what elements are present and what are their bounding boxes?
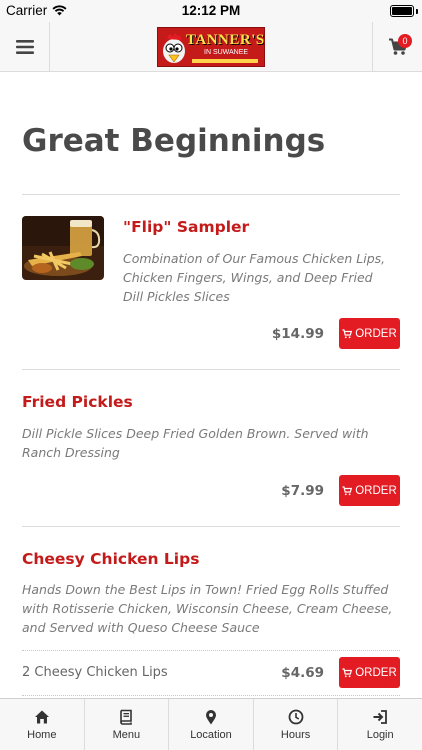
order-button-label: ORDER xyxy=(355,666,397,679)
item-description: Dill Pickle Slices Deep Fried Golden Bro… xyxy=(22,426,369,460)
nav-location[interactable]: Location xyxy=(169,699,254,750)
page-title: Great Beginnings xyxy=(22,123,326,159)
nav-label: Login xyxy=(366,728,394,741)
cart-button[interactable]: 0 xyxy=(372,22,422,72)
rooster-logo-icon xyxy=(163,33,185,63)
battery-cap xyxy=(416,9,418,14)
logo-subtitle: IN SUWANEE xyxy=(204,49,249,56)
divider xyxy=(22,526,400,527)
status-time: 12:12 PM xyxy=(181,3,241,18)
item-price: $14.99 xyxy=(271,326,324,342)
item-name[interactable]: Cheesy Chicken Lips xyxy=(22,550,199,568)
variant-divider xyxy=(22,650,400,651)
restaurant-logo[interactable]: TANNER'S IN SUWANEE xyxy=(157,27,265,67)
battery-icon xyxy=(390,5,414,17)
item-description: Combination of Our Famous Chicken Lips, … xyxy=(123,251,386,304)
hamburger-menu-button[interactable] xyxy=(0,22,50,72)
menu-content[interactable]: Great Beginnings "Flip" Sampler Combinat… xyxy=(0,73,422,698)
order-button[interactable]: ORDER xyxy=(339,318,400,349)
order-button[interactable]: ORDER xyxy=(339,657,400,688)
logo-wordmark: TANNER'S xyxy=(186,32,265,48)
cart-count-badge: 0 xyxy=(398,34,412,48)
book-icon xyxy=(120,709,133,725)
nav-menu[interactable]: Menu xyxy=(85,699,170,750)
map-marker-icon xyxy=(205,709,216,724)
logo-banner xyxy=(192,59,258,63)
nav-label: Location xyxy=(190,728,232,741)
sign-in-icon xyxy=(373,709,388,724)
divider xyxy=(22,369,400,370)
status-bar: Carrier 12:12 PM xyxy=(0,0,422,22)
variant-name: 2 Cheesy Chicken Lips xyxy=(22,665,168,680)
item-name[interactable]: Fried Pickles xyxy=(22,393,133,411)
order-button-label: ORDER xyxy=(355,327,397,340)
order-button[interactable]: ORDER xyxy=(339,475,400,506)
divider xyxy=(22,194,400,195)
home-icon xyxy=(34,710,49,723)
variant-divider xyxy=(22,695,400,696)
bottom-tab-bar: Home Menu Location Hours Login xyxy=(0,698,422,750)
cart-small-icon xyxy=(342,485,353,495)
nav-login[interactable]: Login xyxy=(338,699,422,750)
nav-label: Hours xyxy=(280,728,311,741)
nav-label: Home xyxy=(27,728,57,741)
item-description: Hands Down the Best Lips in Town! Fried … xyxy=(22,582,393,635)
clock-icon xyxy=(288,709,303,724)
nav-label: Menu xyxy=(112,728,141,741)
item-name[interactable]: "Flip" Sampler xyxy=(123,218,249,236)
cart-small-icon xyxy=(342,667,353,677)
nav-home[interactable]: Home xyxy=(0,699,85,750)
hamburger-icon xyxy=(15,40,34,54)
app-header: TANNER'S IN SUWANEE 0 xyxy=(0,22,422,72)
cart-small-icon xyxy=(342,328,353,338)
item-price: $7.99 xyxy=(281,483,324,499)
order-button-label: ORDER xyxy=(355,484,397,497)
item-photo-flip-sampler[interactable] xyxy=(22,216,104,280)
variant-price: $4.69 xyxy=(281,665,324,681)
food-photo-image xyxy=(22,216,104,280)
nav-hours[interactable]: Hours xyxy=(254,699,339,750)
